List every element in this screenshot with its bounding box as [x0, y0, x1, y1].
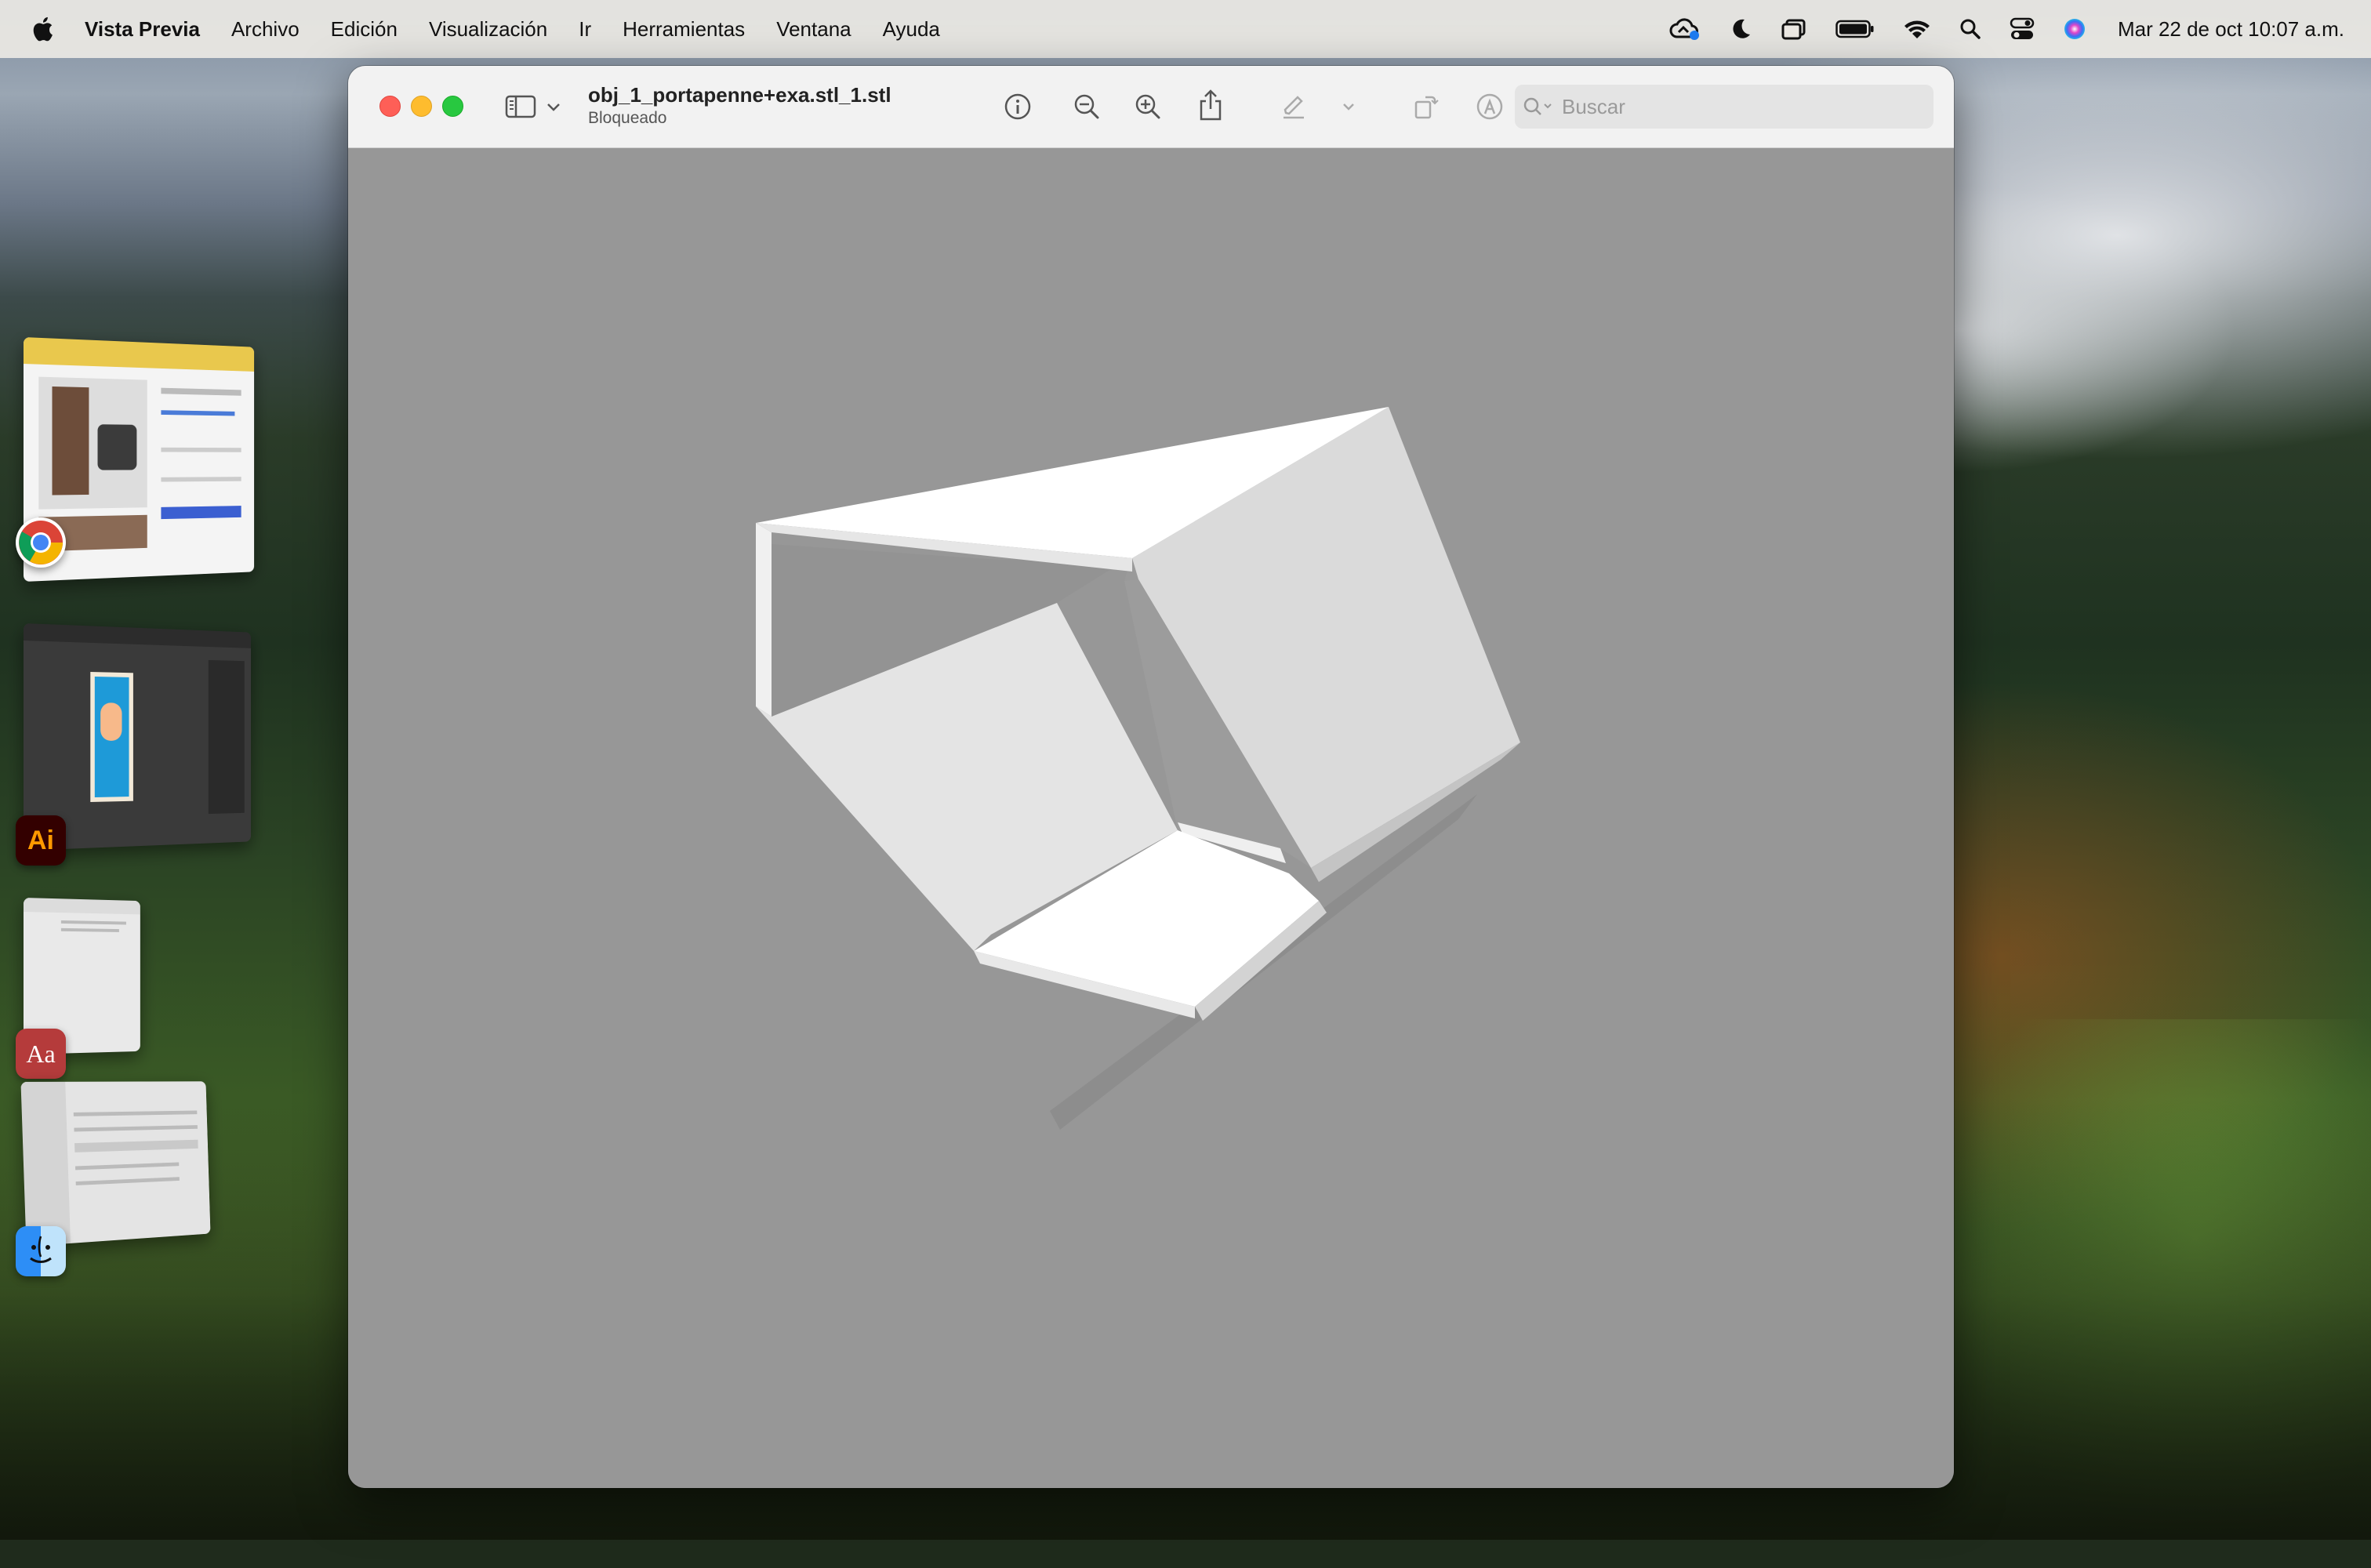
menu-bar-status: Mar 22 de oct 10:07 a.m.	[1638, 0, 2344, 58]
share-button[interactable]	[1193, 86, 1228, 124]
info-icon	[1004, 93, 1031, 120]
rotate-icon	[1414, 96, 1439, 119]
siri-icon[interactable]	[2063, 17, 2086, 41]
model-left-rim	[756, 523, 772, 717]
annotate-button[interactable]	[1472, 89, 1507, 124]
search-icon	[1523, 96, 1554, 118]
illustrator-icon[interactable]: Ai	[16, 815, 66, 866]
pen-icon	[1284, 96, 1304, 119]
sidebar-icon	[505, 95, 536, 118]
document-title[interactable]: obj_1_portapenne+exa.stl_1.stl	[588, 83, 891, 107]
finder-window-thumbnail[interactable]	[20, 1081, 211, 1247]
menu-ventana[interactable]: Ventana	[776, 17, 851, 42]
markup-icon	[1476, 93, 1503, 120]
menu-herramientas[interactable]: Herramientas	[623, 17, 745, 42]
zoom-button[interactable]	[442, 96, 463, 117]
chrome-icon[interactable]	[16, 517, 66, 568]
info-button[interactable]	[1000, 89, 1035, 124]
sidebar-toggle-button[interactable]	[502, 93, 539, 121]
menu-clock[interactable]: Mar 22 de oct 10:07 a.m.	[2118, 17, 2344, 42]
menu-ir[interactable]: Ir	[579, 17, 591, 42]
minimize-button[interactable]	[411, 96, 432, 117]
illustrator-badge-label: Ai	[27, 825, 54, 855]
markup-pen-button[interactable]	[1276, 89, 1311, 124]
menu-ayuda[interactable]: Ayuda	[883, 17, 940, 42]
menu-archivo[interactable]: Archivo	[231, 17, 300, 42]
menu-bar: Vista Previa Archivo Edición Visualizaci…	[0, 0, 2371, 58]
document-locked-status: Bloqueado	[588, 109, 667, 127]
stage-manager-icon[interactable]	[1781, 17, 1807, 41]
zoom-out-button[interactable]	[1069, 89, 1104, 124]
menu-visualizacion[interactable]: Visualización	[429, 17, 547, 42]
thumb-product-image	[38, 376, 147, 510]
markup-options-chevron-icon[interactable]	[1339, 97, 1358, 116]
preview-window: obj_1_portapenne+exa.stl_1.stl Bloqueado	[348, 66, 1954, 1488]
search-field[interactable]	[1515, 85, 1933, 129]
finder-icon[interactable]	[16, 1226, 66, 1276]
menu-edicion[interactable]: Edición	[331, 17, 398, 42]
battery-icon[interactable]	[1835, 19, 1875, 39]
rotate-button[interactable]	[1408, 89, 1443, 124]
sidebar-options-chevron-icon[interactable]	[544, 97, 563, 116]
control-center-icon[interactable]	[2010, 17, 2035, 41]
search-input[interactable]	[1560, 93, 1908, 120]
zoom-in-button[interactable]	[1131, 89, 1165, 124]
dictionary-badge-label: Aa	[26, 1039, 56, 1068]
share-icon	[1200, 89, 1222, 121]
apple-menu-icon[interactable]	[31, 16, 55, 42]
spotlight-search-icon[interactable]	[1959, 18, 1981, 40]
stl-3d-model[interactable]	[348, 148, 1954, 1488]
creative-cloud-icon[interactable]	[1666, 16, 1701, 42]
window-toolbar: obj_1_portapenne+exa.stl_1.stl Bloqueado	[348, 66, 1954, 148]
model-viewport[interactable]	[348, 148, 1954, 1488]
wifi-icon[interactable]	[1903, 18, 1931, 40]
close-button[interactable]	[379, 96, 401, 117]
dictionary-icon[interactable]: Aa	[16, 1029, 66, 1079]
zoom-out-icon	[1074, 94, 1099, 119]
menu-app-name[interactable]: Vista Previa	[85, 17, 200, 42]
focus-moon-icon[interactable]	[1729, 17, 1752, 41]
zoom-in-icon	[1135, 94, 1160, 119]
